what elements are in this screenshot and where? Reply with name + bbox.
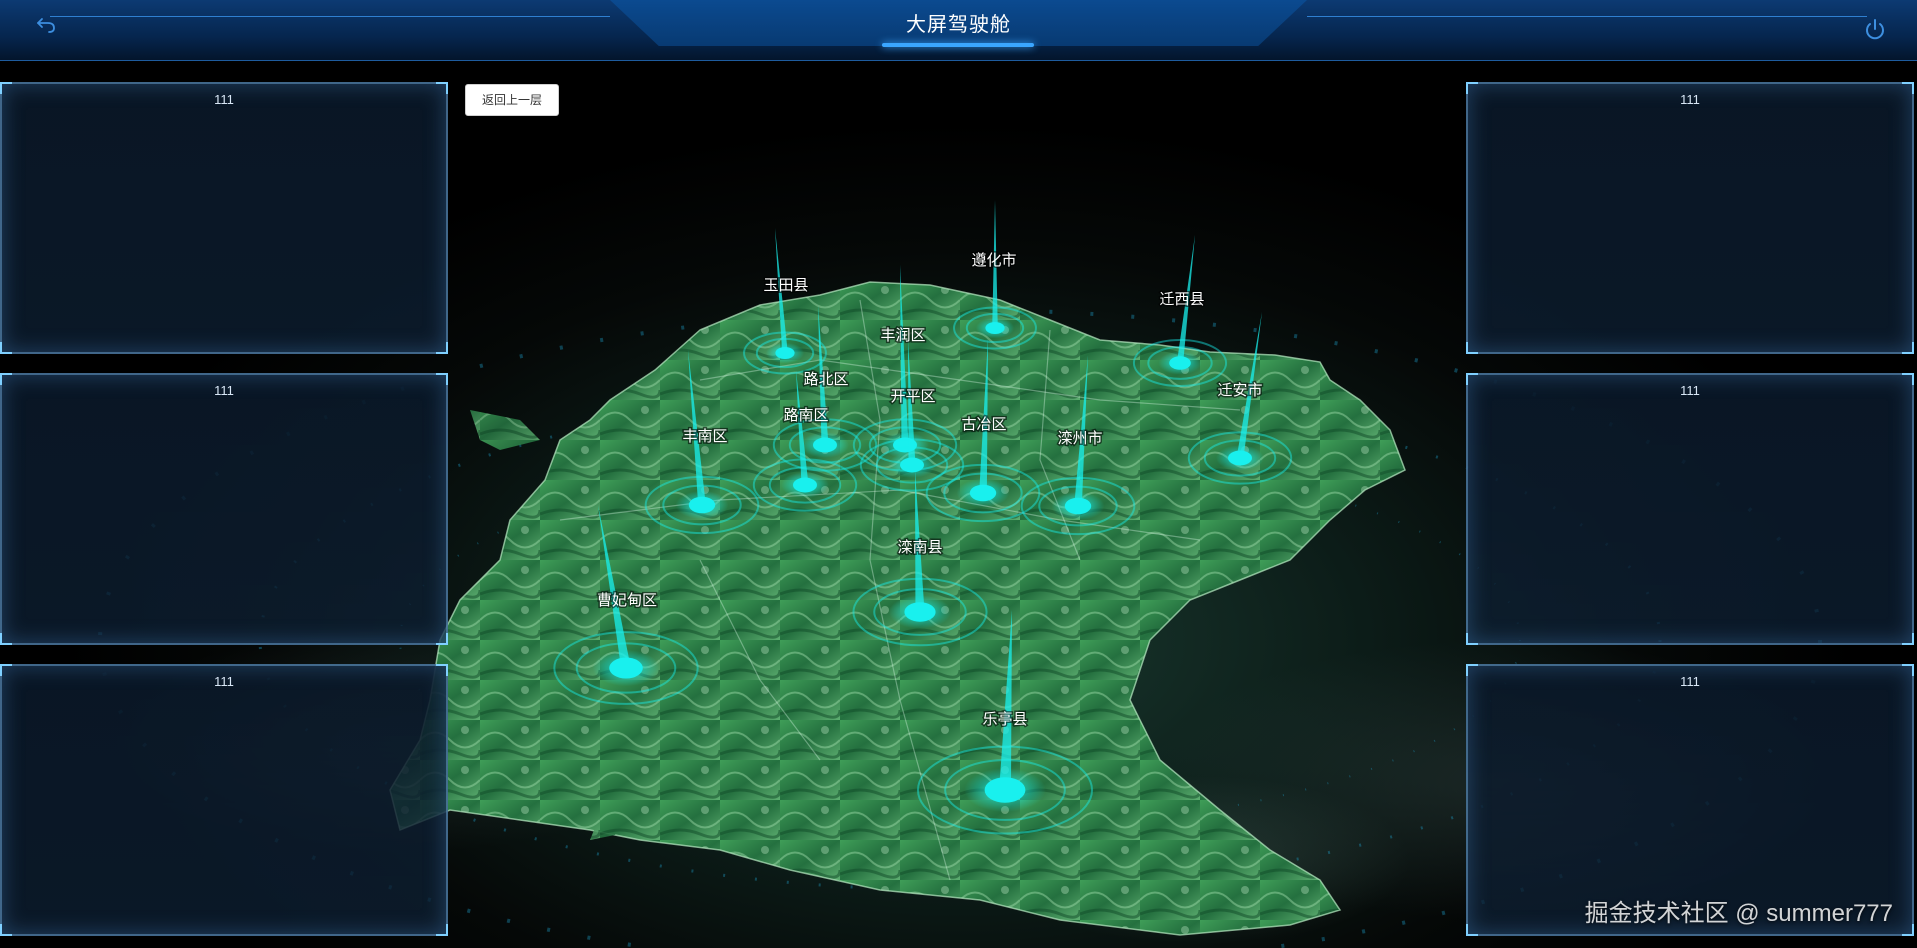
marker-dot[interactable] bbox=[775, 347, 795, 359]
district-label[interactable]: 丰南区 bbox=[681, 426, 729, 447]
left-panel-1: 111 bbox=[0, 82, 448, 354]
district-label[interactable]: 曹妃甸区 bbox=[595, 590, 658, 611]
district-label[interactable]: 迁西县 bbox=[1158, 289, 1206, 310]
right-panel-2: 111 bbox=[1466, 373, 1914, 645]
title-underline bbox=[882, 43, 1034, 47]
back-to-parent-button[interactable]: 返回上一层 bbox=[465, 84, 559, 116]
left-panel-3: 111 bbox=[0, 664, 448, 936]
panel-corner bbox=[0, 924, 12, 936]
watermark: 掘金技术社区 @ summer777 bbox=[1584, 900, 1893, 927]
district-marker[interactable]: 迁西县 bbox=[1132, 235, 1228, 388]
panel-title: 111 bbox=[214, 92, 234, 107]
panel-corner bbox=[1902, 342, 1914, 354]
marker-dot[interactable] bbox=[985, 322, 1005, 334]
map-island bbox=[470, 410, 540, 450]
panel-corner bbox=[436, 633, 448, 645]
marker-dot[interactable] bbox=[1169, 356, 1191, 370]
marker-dot[interactable] bbox=[904, 602, 936, 622]
marker-dot[interactable] bbox=[793, 477, 817, 493]
left-panel-2: 111 bbox=[0, 373, 448, 645]
panel-corner bbox=[1466, 342, 1478, 354]
district-marker[interactable]: 遵化市 bbox=[953, 200, 1037, 350]
marker-dot[interactable] bbox=[1228, 450, 1252, 466]
district-label[interactable]: 滦南县 bbox=[896, 537, 944, 558]
panel-corner bbox=[0, 633, 12, 645]
marker-dot[interactable] bbox=[900, 457, 924, 473]
district-label[interactable]: 路南区 bbox=[782, 405, 830, 426]
panel-corner bbox=[1466, 924, 1478, 936]
panel-title: 111 bbox=[214, 674, 234, 689]
marker-dot[interactable] bbox=[969, 484, 997, 502]
panel-corner bbox=[1902, 924, 1914, 936]
panel-title: 111 bbox=[1680, 92, 1700, 107]
panel-title: 111 bbox=[214, 383, 234, 398]
district-label[interactable]: 玉田县 bbox=[762, 275, 810, 296]
marker-dot[interactable] bbox=[984, 777, 1026, 803]
panel-corner bbox=[1902, 633, 1914, 645]
panel-corner bbox=[436, 924, 448, 936]
district-label[interactable]: 开平区 bbox=[889, 386, 937, 407]
page-title: 大屏驾驶舱 bbox=[906, 14, 1011, 36]
district-label[interactable]: 丰润区 bbox=[879, 325, 927, 346]
panel-corner bbox=[0, 342, 12, 354]
power-icon[interactable] bbox=[1863, 18, 1887, 42]
panel-title: 111 bbox=[1680, 383, 1700, 398]
district-label[interactable]: 乐亭县 bbox=[981, 709, 1029, 730]
district-label[interactable]: 迁安市 bbox=[1216, 380, 1264, 401]
panel-corner bbox=[1466, 633, 1478, 645]
district-label[interactable]: 路北区 bbox=[802, 369, 850, 390]
dashboard-stage: 遵化市玉田县迁西县丰润区路北区开平区 迁安市丰南区 路南区 古冶区滦州市滦南县曹妃甸区… bbox=[0, 0, 1917, 948]
right-panel-1: 111 bbox=[1466, 82, 1914, 354]
marker-dot[interactable] bbox=[1064, 497, 1092, 515]
panel-title: 111 bbox=[1680, 674, 1700, 689]
header-bar: 大屏驾驶舱 bbox=[0, 0, 1917, 61]
district-label[interactable]: 遵化市 bbox=[970, 250, 1018, 271]
marker-dot[interactable] bbox=[609, 657, 643, 679]
district-label[interactable]: 滦州市 bbox=[1056, 428, 1104, 449]
marker-dot[interactable] bbox=[813, 437, 837, 453]
undo-arrow-icon[interactable] bbox=[36, 14, 56, 34]
marker-dot[interactable] bbox=[688, 496, 716, 514]
panel-corner bbox=[436, 342, 448, 354]
district-label[interactable]: 古冶区 bbox=[960, 414, 1008, 435]
